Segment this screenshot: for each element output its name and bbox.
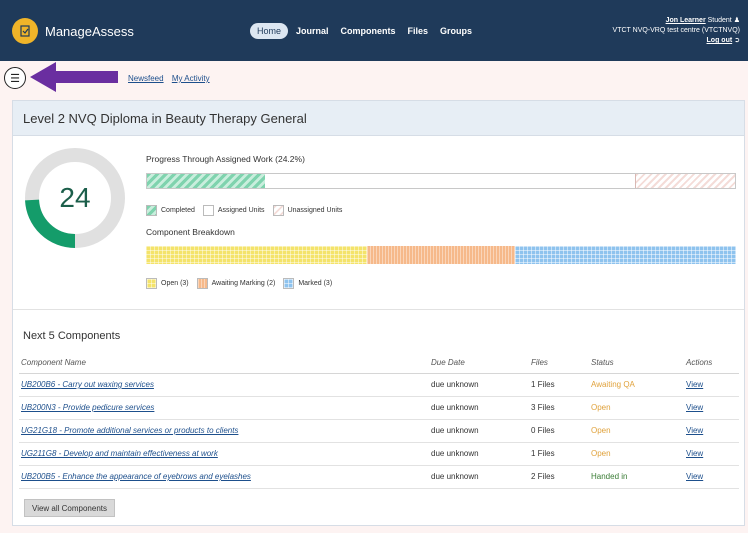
files-count: 2 Files (529, 465, 589, 489)
legend-unassigned: Unassigned Units (287, 207, 343, 214)
awaiting-swatch (196, 278, 208, 289)
logout-link[interactable]: Log out (707, 37, 733, 44)
due-date: due unknown (429, 465, 529, 489)
unassigned-swatch (272, 205, 284, 216)
view-link[interactable]: View (686, 426, 703, 435)
nav-journal[interactable]: Journal (292, 23, 333, 39)
progress-unassigned-segment (635, 174, 735, 188)
logo-icon[interactable] (12, 18, 38, 44)
nav-groups[interactable]: Groups (436, 23, 476, 39)
breakdown-open-segment (146, 246, 368, 264)
nav-home[interactable]: Home (250, 23, 289, 39)
status-text: Open (589, 442, 684, 466)
view-all-components-button[interactable]: View all Components (24, 499, 116, 517)
top-navbar: ManageAssess Home Journal Components Fil… (0, 0, 748, 61)
progress-donut-value: 24 (59, 182, 91, 213)
status-text: Awaiting QA (589, 373, 684, 397)
col-status: Status (589, 352, 684, 374)
qualification-title: Level 2 NVQ Diploma in Beauty Therapy Ge… (13, 101, 744, 136)
due-date: due unknown (429, 442, 529, 466)
marked-swatch (283, 278, 295, 289)
completed-swatch (146, 205, 157, 216)
legend-completed: Completed (161, 207, 195, 214)
sub-nav: Newsfeed My Activity (128, 74, 216, 83)
files-count: 1 Files (529, 373, 589, 397)
legend-marked: Marked (3) (298, 280, 333, 287)
section-divider (13, 309, 744, 310)
progress-bar (146, 173, 736, 189)
component-link[interactable]: UB200B5 - Enhance the appearance of eyeb… (21, 472, 251, 481)
table-row: UB200B6 - Carry out waxing services due … (19, 373, 739, 397)
component-link[interactable]: UG21G18 - Promote additional services or… (21, 426, 238, 435)
status-text: Open (589, 419, 684, 443)
main-nav: Home Journal Components Files Groups (250, 23, 476, 39)
component-link[interactable]: UG211G8 - Develop and maintain effective… (21, 449, 218, 458)
breakdown-bar (146, 246, 736, 264)
legend-awaiting: Awaiting Marking (2) (211, 280, 276, 287)
user-name-link[interactable]: Jon Learner (666, 17, 706, 24)
hamburger-menu-icon[interactable]: ☰ (4, 67, 26, 89)
progress-legend: Completed Assigned Units Unassigned Unit… (146, 205, 346, 216)
due-date: due unknown (429, 396, 529, 420)
breakdown-marked-segment (514, 246, 736, 264)
table-row: UG21G18 - Promote additional services or… (19, 419, 739, 443)
next-components-title: Next 5 Components (23, 330, 121, 342)
view-link[interactable]: View (686, 449, 703, 458)
files-count: 3 Files (529, 396, 589, 420)
brand-name[interactable]: ManageAssess (45, 24, 134, 39)
assigned-swatch (202, 205, 214, 216)
centre-name: VTCT NVQ-VRQ test centre (VTCTNVQ) (612, 27, 740, 34)
legend-assigned: Assigned Units (217, 207, 265, 214)
files-count: 1 Files (529, 442, 589, 466)
col-files: Files (529, 352, 589, 374)
user-icon: ♟ (733, 17, 740, 24)
purple-arrow-annotation (30, 62, 118, 92)
status-text: Open (589, 396, 684, 420)
view-link[interactable]: View (686, 403, 703, 412)
qualification-card: Level 2 NVQ Diploma in Beauty Therapy Ge… (12, 100, 745, 526)
table-row: UB200B5 - Enhance the appearance of eyeb… (19, 465, 739, 489)
view-link[interactable]: View (686, 472, 703, 481)
logout-icon[interactable]: ➲ (734, 37, 740, 44)
nav-components[interactable]: Components (337, 23, 400, 39)
breakdown-title: Component Breakdown (146, 227, 235, 237)
breakdown-legend: Open (3) Awaiting Marking (2) Marked (3) (146, 278, 336, 289)
component-link[interactable]: UB200B6 - Carry out waxing services (21, 380, 154, 389)
col-actions: Actions (684, 352, 739, 374)
newsfeed-link[interactable]: Newsfeed (128, 74, 164, 83)
table-header-row: Component Name Due Date Files Status Act… (19, 352, 739, 374)
col-due-date: Due Date (429, 352, 529, 374)
component-link[interactable]: UB200N3 - Provide pedicure services (21, 403, 154, 412)
progress-title: Progress Through Assigned Work (24.2%) (146, 154, 305, 164)
due-date: due unknown (429, 373, 529, 397)
progress-completed-segment (147, 174, 266, 188)
legend-open: Open (3) (161, 280, 189, 287)
table-row: UB200N3 - Provide pedicure services due … (19, 396, 739, 420)
user-role: Student (707, 17, 732, 24)
user-block: Jon Learner Student ♟ VTCT NVQ-VRQ test … (613, 16, 740, 46)
open-swatch (146, 278, 157, 289)
breakdown-awaiting-segment (367, 246, 515, 264)
components-table: Component Name Due Date Files Status Act… (19, 352, 739, 489)
table-row: UG211G8 - Develop and maintain effective… (19, 442, 739, 466)
my-activity-link[interactable]: My Activity (172, 74, 210, 83)
nav-files[interactable]: Files (404, 23, 433, 39)
col-component-name: Component Name (19, 352, 429, 374)
due-date: due unknown (429, 419, 529, 443)
view-link[interactable]: View (686, 380, 703, 389)
files-count: 0 Files (529, 419, 589, 443)
status-text: Handed in (589, 465, 684, 489)
